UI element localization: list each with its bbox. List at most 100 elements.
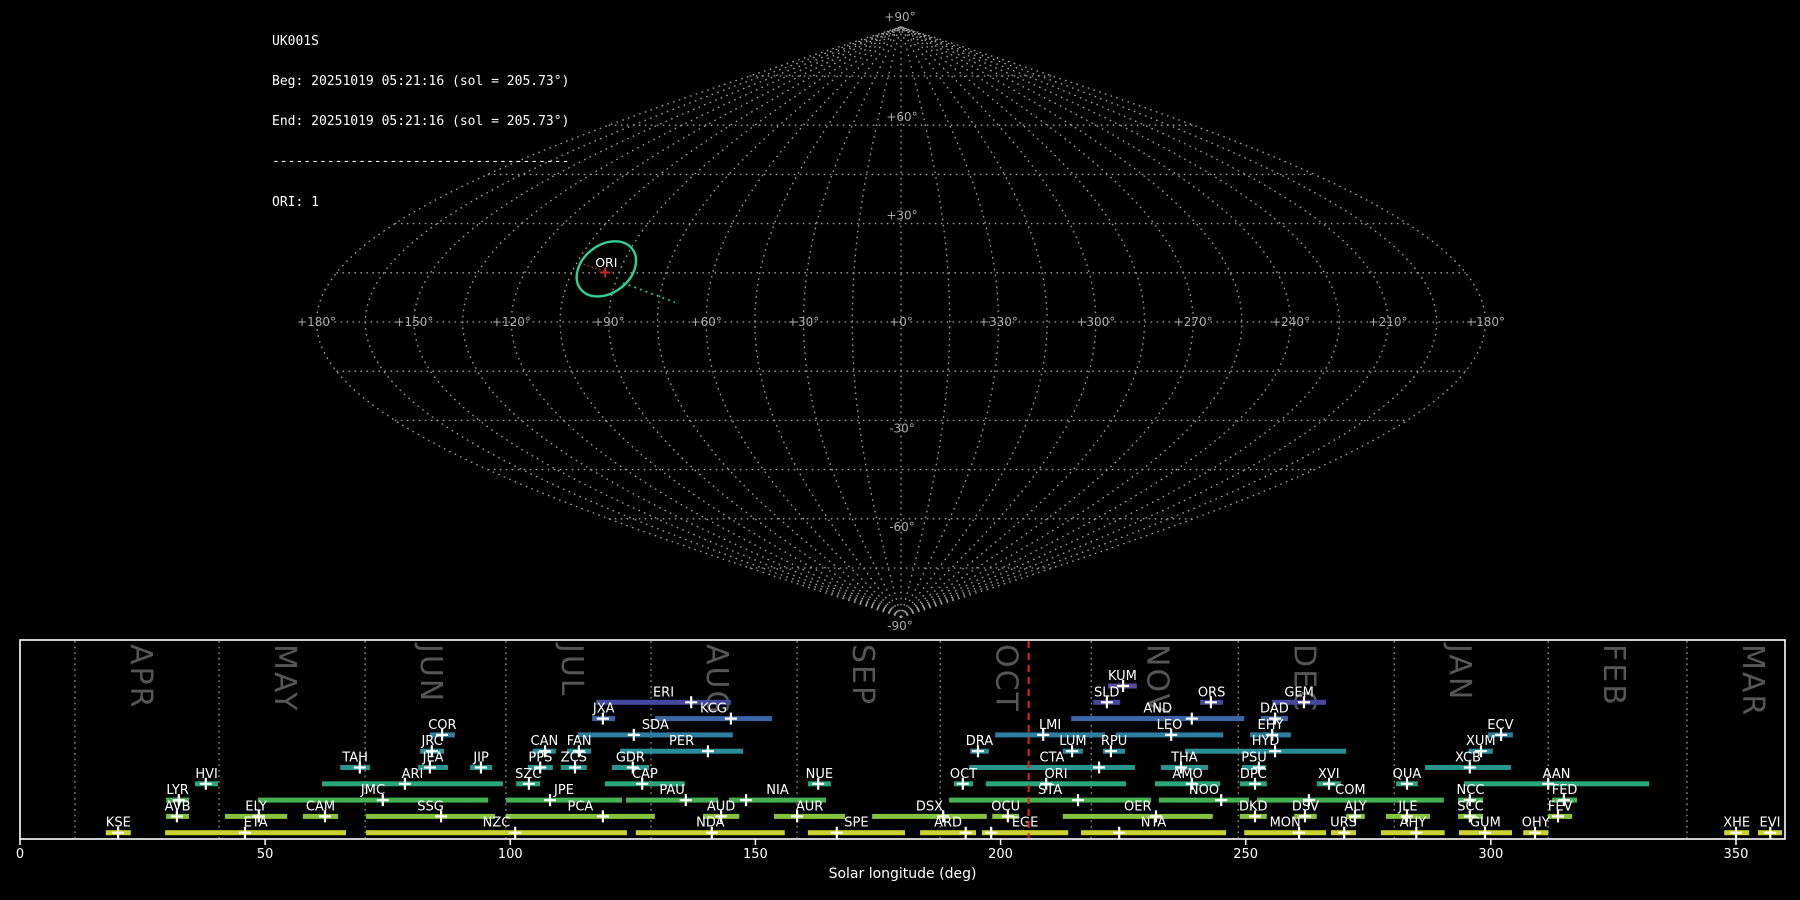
- shower-code-label: AVB: [165, 799, 191, 814]
- shower-SLD: SLD: [1093, 685, 1121, 709]
- shower-activity-bar: [1244, 830, 1327, 836]
- map-pole-bottom-label: -90°: [887, 619, 913, 633]
- map-lon-label: +60°: [691, 315, 722, 329]
- shower-SSG: SSG: [366, 799, 495, 823]
- radiant-ORI: ORI: [575, 240, 676, 304]
- month-label: MAR: [1735, 644, 1770, 717]
- shower-code-label: ORS: [1198, 685, 1226, 700]
- shower-code-label: PPS: [528, 751, 552, 766]
- shower-LEO: LEO: [1115, 718, 1224, 741]
- shower-code-label: AND: [1143, 702, 1172, 717]
- shower-code-label: CAM: [306, 799, 335, 814]
- shower-peak-marker: [1113, 826, 1126, 839]
- shower-activity-bar: [995, 732, 1105, 738]
- shower-EVI: EVI: [1758, 816, 1782, 839]
- shower-code-label: KUM: [1108, 669, 1137, 684]
- map-lon-label: +150°: [394, 315, 433, 329]
- shower-activity-bar: [366, 813, 495, 819]
- shower-code-label: XCB: [1455, 751, 1481, 766]
- map-lat-label: +30°: [886, 209, 917, 223]
- shower-code-label: AHY: [1400, 816, 1427, 831]
- shower-code-label: DRA: [966, 734, 994, 749]
- shower-code-label: CAP: [632, 767, 658, 782]
- shower-activity-bar: [872, 813, 987, 819]
- shower-FEV: FEV: [1548, 799, 1573, 823]
- shower-activity-bar: [949, 797, 1152, 803]
- shower-XHE: XHE: [1723, 816, 1750, 839]
- shower-activity-bar: [1062, 813, 1213, 819]
- map-lon-label: +30°: [788, 315, 819, 329]
- shower-OER: OER: [1062, 799, 1213, 823]
- shower-DSX: DSX: [872, 799, 987, 823]
- map-lon-label: +0°: [889, 315, 913, 329]
- map-lat-label: -60°: [889, 520, 915, 534]
- end-time: End: 20251019 05:21:16 (sol = 205.73°): [272, 114, 570, 130]
- shower-code-label: KSE: [106, 816, 131, 831]
- shower-peak-marker: [985, 826, 998, 839]
- shower-code-label: JIP: [472, 751, 489, 766]
- shower-code-label: STA: [1038, 783, 1062, 798]
- shower-code-label: NIA: [766, 783, 789, 798]
- shower-QUA: QUA: [1393, 767, 1421, 790]
- shower-PAU: PAU: [626, 783, 719, 807]
- shower-peak-marker: [685, 696, 698, 709]
- shower-code-label: AUR: [796, 799, 823, 814]
- shower-code-label: JMC: [360, 783, 385, 798]
- shower-activity-bar: [257, 797, 489, 803]
- month-label: JUN: [413, 642, 448, 703]
- shower-JMC: JMC: [257, 783, 489, 807]
- shower-code-label: AMO: [1172, 767, 1202, 782]
- shower-code-label: LMI: [1039, 718, 1061, 733]
- shower-code-label: SSG: [417, 799, 444, 814]
- shower-code-label: NCC: [1457, 783, 1485, 798]
- shower-HVI: HVI: [195, 767, 218, 790]
- x-tick-label: 200: [988, 847, 1013, 862]
- map-lat-label: +60°: [886, 110, 917, 124]
- radiant-label: ORI: [595, 255, 617, 270]
- begin-time: Beg: 20251019 05:21:16 (sol = 205.73°): [272, 74, 570, 90]
- x-tick-label: 0: [16, 847, 24, 862]
- shower-code-label: RPU: [1101, 734, 1127, 749]
- shower-DKD: DKD: [1239, 799, 1268, 823]
- shower-code-label: EHY: [1258, 718, 1284, 733]
- shower-code-label: SZC: [515, 767, 541, 782]
- shower-code-label: ERI: [653, 685, 674, 700]
- shower-row-9: AVB ELY CAM SSG PCA AUD AUR DSX OCU OER DKD DSV ALY J…: [165, 799, 1573, 823]
- map-lon-label: +120°: [492, 315, 531, 329]
- x-tick-label: 350: [1724, 847, 1749, 862]
- shower-KSE: KSE: [105, 816, 131, 839]
- shower-SZC: SZC: [515, 767, 541, 790]
- shower-code-label: SPE: [844, 816, 868, 831]
- shower-rows: KUM ERI SLD ORS GEM JXA KCG AND DAD COR SDA LMI LEO E…: [105, 669, 1782, 839]
- x-tick-label: 250: [1233, 847, 1258, 862]
- shower-activity-bar: [1081, 830, 1227, 836]
- shower-code-label: GEM: [1284, 685, 1314, 700]
- map-lon-label: +240°: [1271, 315, 1310, 329]
- shower-peak-marker: [740, 794, 753, 807]
- shower-code-label: JLE: [1397, 799, 1417, 814]
- shower-peak-marker: [596, 810, 609, 823]
- shower-code-label: CTA: [1040, 751, 1065, 766]
- shower-activity-bar: [774, 813, 846, 819]
- shower-code-label: GDR: [616, 751, 645, 766]
- shower-code-label: FED: [1552, 783, 1578, 798]
- month-label: JAN: [1442, 642, 1477, 701]
- activity-timeline-panel: APR MAY JUN JUL AUG SEP OCT NOV DEC JAN FEB MARKUME…: [16, 639, 1786, 882]
- shower-GUM: GUM: [1459, 816, 1512, 839]
- x-tick-label: 100: [498, 847, 523, 862]
- shower-AUR: AUR: [774, 799, 846, 823]
- shower-code-label: ETA: [244, 816, 268, 831]
- shower-code-label: NDA: [696, 816, 725, 831]
- shower-activity-bar: [654, 716, 773, 722]
- shower-activity-bar: [1158, 797, 1250, 803]
- shower-code-label: PER: [669, 734, 694, 749]
- shower-code-label: OHY: [1522, 816, 1550, 831]
- separator: --------------------------------------: [272, 154, 570, 170]
- shower-EGE: EGE: [981, 816, 1069, 839]
- shower-JXA: JXA: [592, 702, 616, 725]
- shower-activity-bar: [165, 830, 346, 836]
- shower-ETA: ETA: [165, 816, 346, 839]
- shower-activity-bar: [505, 797, 623, 803]
- shower-code-label: XHE: [1723, 816, 1750, 831]
- shower-peak-marker: [701, 745, 714, 758]
